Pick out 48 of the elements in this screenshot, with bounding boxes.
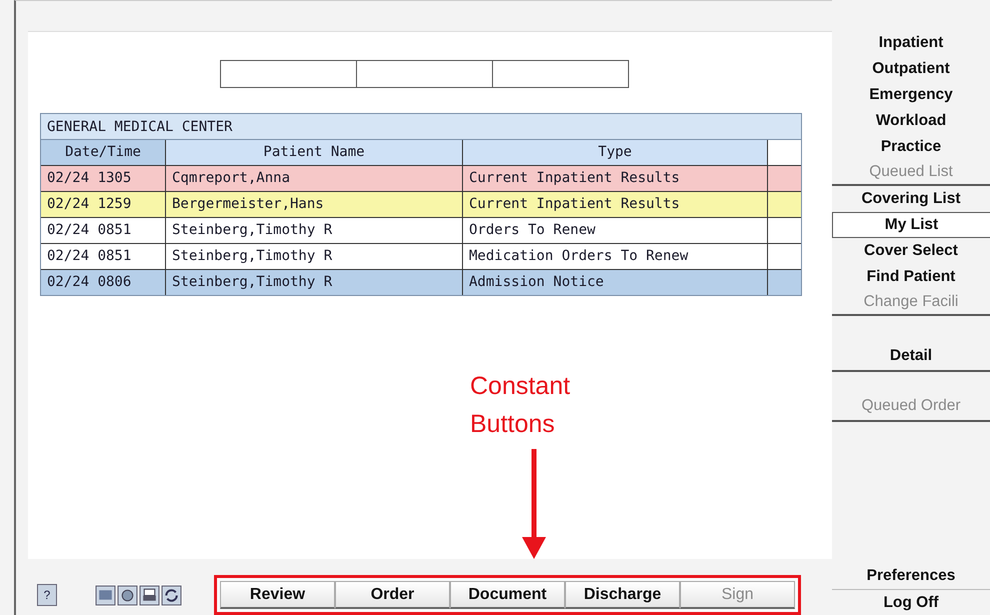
table-cell: Current Inpatient Results <box>463 192 768 217</box>
column-header[interactable]: Patient Name <box>166 140 463 165</box>
sidebar-item[interactable]: Find Patient <box>832 264 990 290</box>
toolbar-button[interactable]: Review <box>220 581 335 609</box>
table-cell: Medication Orders To Renew <box>463 244 768 269</box>
table-row[interactable]: 02/24 1259 Bergermeister,Hans Current Inpatient Results <box>41 192 801 218</box>
table-cell: Current Inpatient Results <box>463 166 768 191</box>
help-button[interactable]: ? <box>37 584 57 606</box>
table-cell: Bergermeister,Hans <box>166 192 463 217</box>
blank-tab[interactable] <box>220 60 357 88</box>
column-header <box>768 140 801 165</box>
table-cell: 02/24 0851 <box>41 218 166 243</box>
printer-icon[interactable] <box>139 584 160 606</box>
table-cell: Steinberg,Timothy R <box>166 218 463 243</box>
sidebar-item[interactable]: Workload <box>832 108 990 134</box>
table-cell: Steinberg,Timothy R <box>166 270 463 295</box>
table-row[interactable]: 02/24 0806 Steinberg,Timothy R Admission Notice <box>41 270 801 295</box>
toolbar-button[interactable]: Discharge <box>565 581 680 609</box>
sidebar-item[interactable]: Inpatient <box>832 30 990 56</box>
table-cell: Cqmreport,Anna <box>166 166 463 191</box>
table-cell: 02/24 0851 <box>41 244 166 269</box>
sidebar-item[interactable]: Cover Select <box>832 238 990 264</box>
sidebar-button[interactable]: Log Off <box>832 589 990 615</box>
table-cell: 02/24 1259 <box>41 192 166 217</box>
chart-icon[interactable] <box>95 584 116 606</box>
table-cell: Admission Notice <box>463 270 768 295</box>
blank-tab[interactable] <box>356 60 493 88</box>
sidebar-item[interactable]: Practice <box>832 134 990 160</box>
sidebar-item[interactable]: Outpatient <box>832 56 990 82</box>
table-title: GENERAL MEDICAL CENTER <box>41 114 801 140</box>
table-row[interactable]: 02/24 0851 Steinberg,Timothy R Orders To Renew <box>41 218 801 244</box>
sidebar-button[interactable]: Detail <box>832 342 990 372</box>
toolbar-button[interactable]: Document <box>450 581 565 609</box>
table-cell: Steinberg,Timothy R <box>166 244 463 269</box>
toolbar-button[interactable]: Order <box>335 581 450 609</box>
column-header[interactable]: Date/Time <box>41 140 166 165</box>
sidebar-item[interactable]: My List <box>832 212 990 238</box>
sidebar-button[interactable]: Preferences <box>832 563 990 589</box>
blank-tab[interactable] <box>492 60 629 88</box>
table-cell: 02/24 0806 <box>41 270 166 295</box>
table-cell: 02/24 1305 <box>41 166 166 191</box>
annotation-label: Constant Buttons <box>470 371 572 440</box>
table-row[interactable]: 02/24 1305 Cqmreport,Anna Current Inpatient Results <box>41 166 801 192</box>
table-cell: Orders To Renew <box>463 218 768 243</box>
sidebar-item[interactable]: Covering List <box>832 186 990 212</box>
sidebar-item[interactable]: Emergency <box>832 82 990 108</box>
refresh-icon[interactable] <box>161 584 182 606</box>
table-row[interactable]: 02/24 0851 Steinberg,Timothy R Medication Orders To Renew <box>41 244 801 270</box>
